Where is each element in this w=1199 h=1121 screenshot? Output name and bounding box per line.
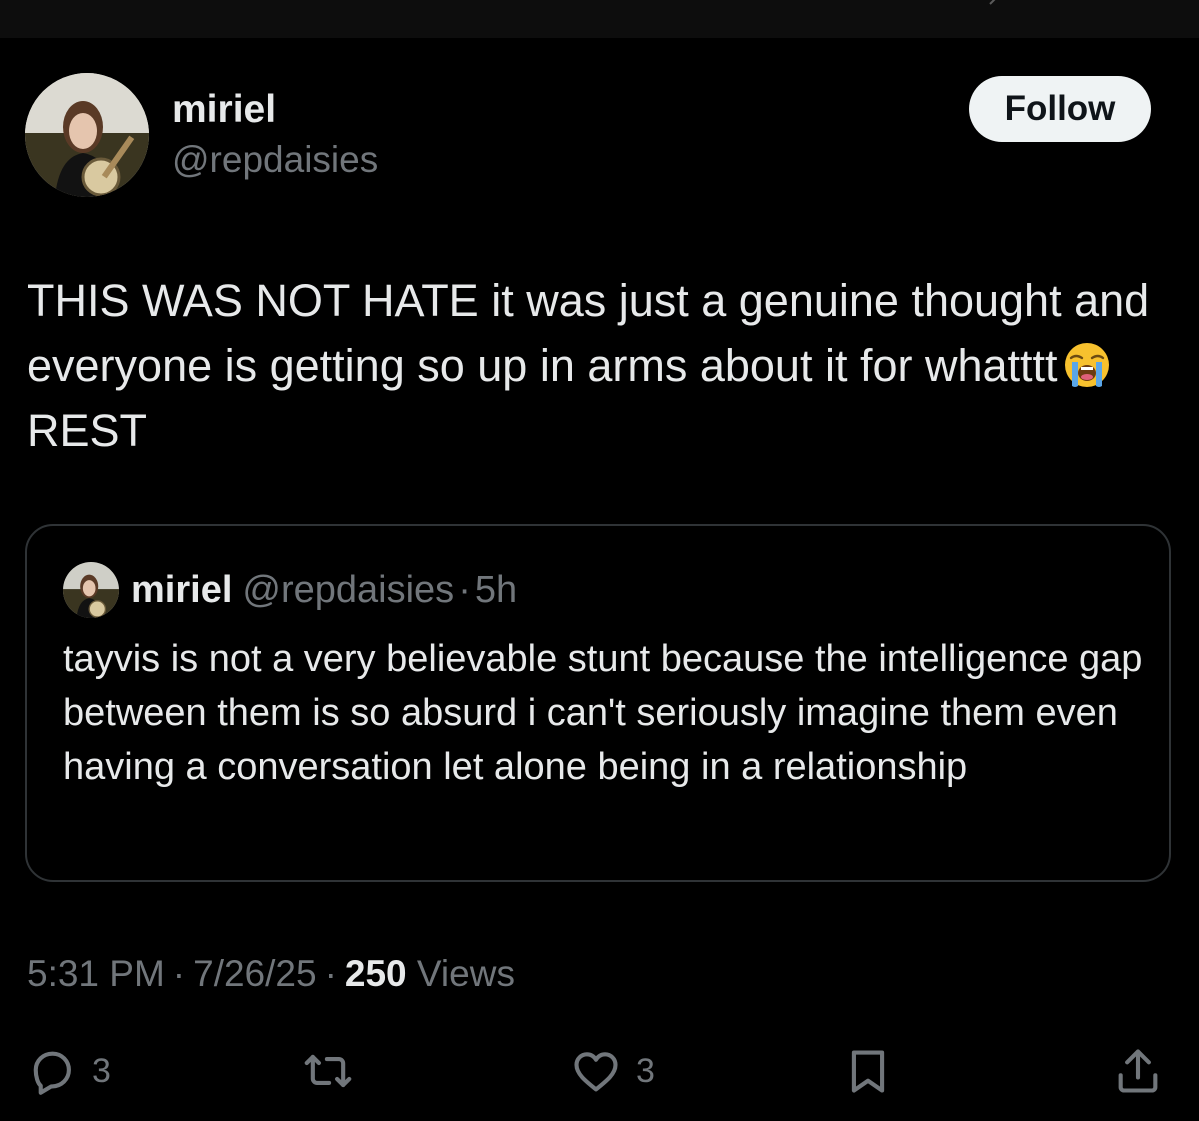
quote-separator: · [458,569,471,611]
quoted-tweet-card[interactable]: miriel @repdaisies · 5h tayvis is not a ver… [25,524,1171,882]
loudly-crying-face-icon [1064,343,1109,387]
quote-header: miriel @repdaisies · 5h [131,566,517,614]
like-button[interactable]: 3 [570,1043,655,1099]
quote-text: tayvis is not a very believable stunt be… [63,638,1143,788]
author-display-name[interactable]: miriel [172,86,276,134]
tweet-text: THIS WAS NOT HATE it was just a genuine … [27,268,1167,463]
quote-author-handle: @repdaisies [242,569,455,611]
meta-separator: · [324,953,337,994]
like-count: 3 [636,1051,655,1090]
author-handle[interactable]: @repdaisies [172,137,378,183]
retweet-button[interactable] [302,1043,368,1099]
quote-avatar-photo-icon [63,562,119,618]
views-label[interactable]: Views [417,953,515,994]
reply-count: 3 [92,1051,111,1090]
follow-button[interactable]: Follow [969,76,1151,142]
tweet-page: miriel @repdaisies Follow THIS WAS NOT H… [0,0,1199,1121]
tweet-meta: 5:31 PM · 7/26/25 · 250 Views [27,950,515,998]
top-bar-glyph-icon [989,0,996,5]
quote-timestamp: 5h [474,569,518,611]
tweet-text-tail: REST [27,405,148,456]
bookmark-icon [851,1050,885,1093]
author-avatar[interactable] [25,73,149,197]
reply-icon [33,1051,71,1095]
reply-button[interactable]: 3 [26,1043,111,1099]
like-icon [574,1052,618,1092]
avatar-photo-icon [25,73,149,197]
quote-author-name: miriel [131,569,233,611]
quote-avatar [63,562,119,618]
tweet-time: 5:31 PM [27,953,165,994]
share-button[interactable] [1112,1043,1164,1099]
views-count: 250 [344,953,407,994]
tweet-text-main: THIS WAS NOT HATE it was just a genuine … [27,275,1150,391]
top-bar [0,0,1199,38]
retweet-icon [304,1054,352,1088]
share-icon [1118,1049,1158,1093]
bookmark-button[interactable] [842,1043,894,1099]
meta-separator: · [172,953,186,994]
tweet-date: 7/26/25 [193,953,317,994]
